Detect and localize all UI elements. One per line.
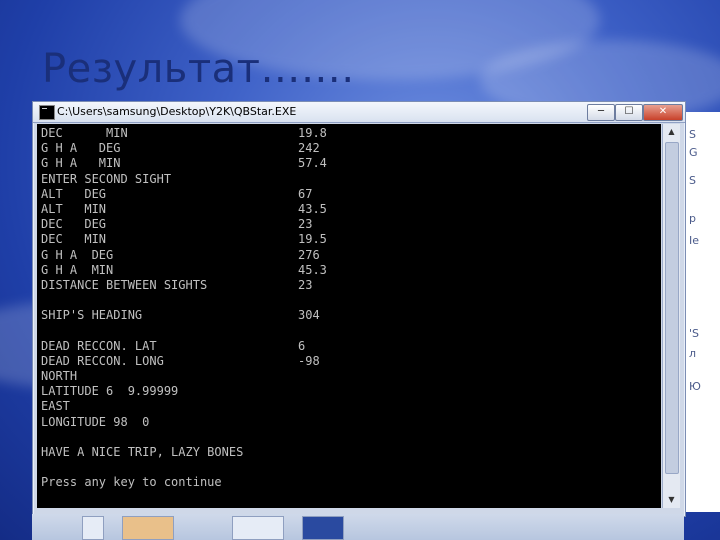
taskbar-strip bbox=[32, 514, 684, 540]
console-line-label: DEC MIN bbox=[41, 126, 128, 140]
console-app-icon[interactable] bbox=[39, 105, 55, 120]
minimize-button[interactable]: ─ bbox=[587, 104, 615, 121]
console-output[interactable]: DEC MIN 19.8 G H A DEG 242 G H A MIN 57.4 ENTE… bbox=[37, 124, 661, 508]
console-line-label: DEAD RECCON. LONG bbox=[41, 353, 164, 368]
window-title: C:\Users\samsung\Desktop\Y2K\QBStar.EXE bbox=[57, 105, 297, 118]
taskbar-item[interactable] bbox=[82, 516, 104, 540]
console-line-label: ENTER SECOND SIGHT bbox=[41, 171, 172, 186]
console-line: G H A DEG 242 bbox=[41, 141, 641, 156]
background-window-text: 'S bbox=[689, 327, 700, 340]
console-line-label: EAST bbox=[41, 399, 70, 414]
console-line: G H A MIN 57.4 bbox=[41, 156, 641, 171]
console-line: LONGITUDE 98 0 bbox=[41, 415, 641, 430]
taskbar-item[interactable] bbox=[302, 516, 344, 540]
console-lines: DEC MIN 19.8 G H A DEG 242 G H A MIN 57.4 ENTE… bbox=[41, 126, 641, 491]
console-line-value: 19.8 bbox=[298, 126, 327, 140]
console-line-label: DEC MIN bbox=[41, 232, 107, 247]
console-line: DISTANCE BETWEEN SIGHTS 23 bbox=[41, 278, 641, 293]
console-line-value: 45.3 bbox=[298, 262, 327, 277]
console-line-label: LATITUDE 6 9.99999 bbox=[41, 384, 179, 399]
console-line-label: DEC DEG bbox=[41, 217, 107, 232]
background-window-text: S bbox=[689, 128, 696, 141]
background-window-text: p bbox=[689, 212, 696, 225]
console-line-value: 304 bbox=[298, 308, 320, 323]
console-line: SHIP'S HEADING 304 bbox=[41, 308, 641, 323]
console-line: DEC DEG 23 bbox=[41, 217, 641, 232]
vertical-scrollbar[interactable]: ▲ ▼ bbox=[662, 124, 680, 508]
console-line: HAVE A NICE TRIP, LAZY BONES bbox=[41, 445, 641, 460]
console-line: G H A MIN 45.3 bbox=[41, 263, 641, 278]
console-line: DEAD RECCON. LAT 6 bbox=[41, 339, 641, 354]
console-line-value: 67 bbox=[298, 186, 313, 201]
console-line-label: ALT MIN bbox=[41, 201, 107, 216]
background-window-text: Ie bbox=[689, 234, 700, 247]
console-line: ALT DEG 67 bbox=[41, 187, 641, 202]
console-window[interactable]: C:\Users\samsung\Desktop\Y2K\QBStar.EXE … bbox=[32, 101, 686, 517]
console-line-label: NORTH bbox=[41, 369, 78, 383]
console-line-value: 57.4 bbox=[298, 156, 327, 171]
console-line: EAST bbox=[41, 399, 641, 414]
console-line: ALT MIN 43.5 bbox=[41, 202, 641, 217]
slide-title: Результат……. bbox=[42, 46, 355, 92]
maximize-button[interactable]: ☐ bbox=[615, 104, 643, 121]
console-line-label: DEAD RECCON. LAT bbox=[41, 338, 157, 353]
console-line-value: 19.5 bbox=[298, 232, 327, 247]
console-line-value: 276 bbox=[298, 247, 320, 262]
console-line-value: 242 bbox=[298, 141, 320, 156]
background-window-edge: S G S p Ie 'S л Ю bbox=[684, 112, 720, 512]
console-line-label: Press any key to continue bbox=[41, 475, 222, 490]
console-line-value: 6 bbox=[298, 338, 306, 353]
console-line-label: G H A MIN bbox=[41, 156, 121, 171]
console-line-value: 23 bbox=[298, 277, 313, 292]
console-line: DEC MIN 19.5 bbox=[41, 232, 641, 247]
console-line: ENTER SECOND SIGHT bbox=[41, 172, 641, 187]
console-line: NORTH bbox=[41, 369, 641, 384]
console-line: DEAD RECCON. LONG -98 bbox=[41, 354, 641, 369]
background-window-text: S bbox=[689, 174, 696, 187]
scroll-down-icon[interactable]: ▼ bbox=[663, 492, 680, 508]
console-titlebar[interactable]: C:\Users\samsung\Desktop\Y2K\QBStar.EXE … bbox=[33, 102, 685, 123]
console-line: LATITUDE 6 9.99999 bbox=[41, 384, 641, 399]
console-line-label: SHIP'S HEADING bbox=[41, 308, 143, 323]
console-line-label: DISTANCE BETWEEN SIGHTS bbox=[41, 277, 208, 292]
console-line: Press any key to continue bbox=[41, 475, 641, 490]
console-line-label: G H A DEG bbox=[41, 141, 121, 156]
console-line: DEC MIN 19.8 bbox=[41, 126, 641, 141]
console-line-label: ALT DEG bbox=[41, 186, 107, 201]
console-line-label: G H A MIN bbox=[41, 262, 114, 277]
background-window-text: G bbox=[689, 146, 698, 159]
background-window-text: л bbox=[689, 347, 697, 360]
taskbar-item[interactable] bbox=[232, 516, 284, 540]
close-button[interactable]: ✕ bbox=[643, 104, 683, 121]
scroll-up-icon[interactable]: ▲ bbox=[663, 124, 680, 140]
taskbar-item[interactable] bbox=[122, 516, 174, 540]
console-line: G H A DEG 276 bbox=[41, 248, 641, 263]
console-line-label: LONGITUDE 98 0 bbox=[41, 414, 150, 429]
scroll-thumb[interactable] bbox=[665, 142, 679, 474]
console-line-label: G H A DEG bbox=[41, 247, 114, 262]
console-line-value: 23 bbox=[298, 217, 313, 232]
console-line-value: 43.5 bbox=[298, 201, 327, 216]
console-line-label: HAVE A NICE TRIP, LAZY BONES bbox=[41, 444, 244, 459]
background-window-text: Ю bbox=[689, 380, 701, 393]
console-line-value: -98 bbox=[298, 353, 320, 368]
